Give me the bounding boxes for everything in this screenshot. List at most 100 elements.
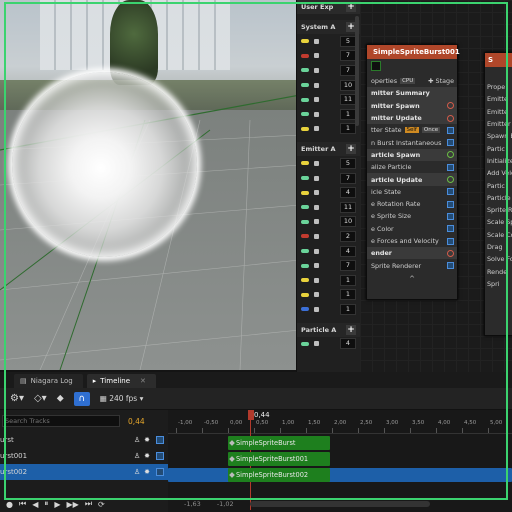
add-emitter-param-button[interactable]: + <box>346 144 356 155</box>
emitter-param-row[interactable]: 2 <box>297 229 360 244</box>
tab-niagara-log[interactable]: ▤ Niagara Log <box>14 374 83 388</box>
stage-toggle[interactable]: ✚ Stage <box>428 77 454 85</box>
step-back-icon[interactable]: ◀ <box>32 500 38 509</box>
lock-icon[interactable] <box>314 67 319 73</box>
param-value[interactable]: 7 <box>340 260 356 272</box>
sparkle-icon[interactable]: ✸ <box>142 452 152 460</box>
lock-icon[interactable] <box>314 248 319 254</box>
node-module-row[interactable]: Sprite Renderer <box>367 259 457 271</box>
emitter-node-side[interactable]: S Prope Emitte Emitte Emitter Spawn B Partic I… <box>484 52 512 336</box>
snap-magnet-icon[interactable]: ∩ <box>73 391 90 406</box>
node-module-row[interactable]: e Forces and Velocity <box>367 235 457 247</box>
track-enabled-checkbox[interactable] <box>156 452 164 460</box>
system-param-row[interactable]: 1 <box>297 122 360 137</box>
side-node-row[interactable]: Prope <box>485 81 512 93</box>
param-value[interactable]: 1 <box>340 108 356 120</box>
lock-icon[interactable] <box>314 97 319 103</box>
side-node-row[interactable]: Emitter <box>485 118 512 130</box>
side-node-row[interactable]: Scale Co <box>485 229 512 241</box>
key-options-icon[interactable]: ◇▾ <box>34 393 47 404</box>
system-param-row[interactable]: 7 <box>297 49 360 64</box>
lock-icon[interactable] <box>314 38 319 44</box>
person-icon[interactable]: ♙ <box>132 468 142 476</box>
node-module-row[interactable]: icle State <box>367 186 457 198</box>
side-node-row[interactable]: Solve Fo <box>485 253 512 265</box>
search-tracks-input[interactable] <box>2 415 120 427</box>
settings-gear-icon[interactable]: ⚙▾ <box>10 393 24 404</box>
track-row[interactable]: urst001 ♙ ✸ <box>0 448 168 464</box>
param-value[interactable]: 1 <box>340 123 356 135</box>
close-tab-icon[interactable]: ✕ <box>140 377 146 385</box>
module-enabled-checkbox[interactable] <box>447 212 454 220</box>
node-stage-header[interactable]: ender <box>367 247 457 260</box>
emitter-param-row[interactable]: 7 <box>297 258 360 273</box>
system-param-row[interactable]: 5 <box>297 34 360 49</box>
param-value[interactable]: 4 <box>340 245 356 257</box>
param-value[interactable]: 10 <box>340 79 356 91</box>
sparkle-icon[interactable]: ✸ <box>142 468 152 476</box>
emitter-section-bar[interactable]: SimpleSpriteBurst002 <box>228 468 330 482</box>
side-node-row[interactable]: Particle <box>485 192 512 204</box>
track-enabled-checkbox[interactable] <box>156 468 164 476</box>
module-enabled-checkbox[interactable] <box>447 188 454 196</box>
emitter-param-row[interactable]: 1 <box>297 288 360 303</box>
emitter-param-row[interactable]: 1 <box>297 273 360 288</box>
param-value[interactable]: 5 <box>340 157 356 169</box>
add-module-icon[interactable] <box>447 102 454 110</box>
module-enabled-checkbox[interactable] <box>447 237 454 245</box>
lock-icon[interactable] <box>314 53 319 59</box>
node-stage-header[interactable]: article Spawn <box>367 148 457 162</box>
timeline-hscroll[interactable] <box>249 501 430 507</box>
lock-icon[interactable] <box>314 175 319 181</box>
tab-timeline[interactable]: ▸ Timeline ✕ <box>86 374 156 388</box>
lock-icon[interactable] <box>314 160 319 166</box>
module-enabled-checkbox[interactable] <box>447 200 454 208</box>
system-section-header[interactable]: System A + <box>297 20 360 34</box>
play-icon[interactable]: ▶ <box>54 500 60 509</box>
side-node-row[interactable]: Spawn B <box>485 130 512 142</box>
side-node-row[interactable]: Emitte <box>485 106 512 118</box>
lock-icon[interactable] <box>314 306 319 312</box>
emitter-param-row[interactable]: 1 <box>297 302 360 317</box>
param-value[interactable]: 11 <box>340 94 356 106</box>
side-node-row[interactable]: Spri <box>485 278 512 290</box>
side-node-row[interactable]: Initialize <box>485 155 512 167</box>
module-enabled-checkbox[interactable] <box>447 262 454 270</box>
go-to-end-icon[interactable]: ⏭ <box>85 499 92 509</box>
add-module-icon[interactable] <box>447 249 454 257</box>
emitter-node-title[interactable]: SimpleSpriteBurst001 <box>367 45 460 59</box>
go-to-start-icon[interactable]: ⏮ <box>19 499 26 509</box>
working-start-label[interactable]: -1,02 <box>217 500 234 508</box>
lock-icon[interactable] <box>314 82 319 88</box>
node-module-row[interactable]: n Burst Instantaneous <box>367 136 457 148</box>
module-enabled-checkbox[interactable] <box>447 163 454 171</box>
param-panel-scrollbar[interactable] <box>355 16 359 126</box>
module-enabled-checkbox[interactable] <box>447 139 454 147</box>
emitter-param-row[interactable]: 5 <box>297 156 360 171</box>
step-forward-icon[interactable]: ▶▶ <box>67 500 79 509</box>
track-enabled-checkbox[interactable] <box>156 436 164 444</box>
node-module-row[interactable]: alize Particle <box>367 161 457 173</box>
param-value[interactable]: 1 <box>340 303 356 315</box>
lock-icon[interactable] <box>314 126 319 132</box>
param-value[interactable]: 2 <box>340 230 356 242</box>
param-value[interactable]: 7 <box>340 50 356 62</box>
record-icon[interactable]: ● <box>6 500 13 509</box>
emitter-param-row[interactable]: 4 <box>297 244 360 259</box>
node-stage-header[interactable]: mitter Update <box>367 111 457 125</box>
lock-icon[interactable] <box>314 292 319 298</box>
system-param-row[interactable]: 11 <box>297 92 360 107</box>
lock-icon[interactable] <box>314 263 319 269</box>
side-node-row[interactable]: Rende <box>485 265 512 277</box>
side-node-row[interactable]: Add Velo <box>485 167 512 179</box>
node-module-row[interactable]: e Rotation Rate <box>367 198 457 210</box>
particle-section-header[interactable]: Particle A + <box>297 322 360 337</box>
param-value[interactable]: 1 <box>340 274 356 286</box>
param-value[interactable]: 4 <box>340 187 356 199</box>
node-module-row[interactable]: e Sprite Size <box>367 210 457 222</box>
param-value[interactable]: 7 <box>340 64 356 76</box>
lock-icon[interactable] <box>314 341 319 347</box>
lock-icon[interactable] <box>314 190 319 196</box>
emitter-section-bar[interactable]: SimpleSpriteBurst <box>228 436 330 450</box>
node-module-row[interactable]: tter State Self Once <box>367 124 457 136</box>
